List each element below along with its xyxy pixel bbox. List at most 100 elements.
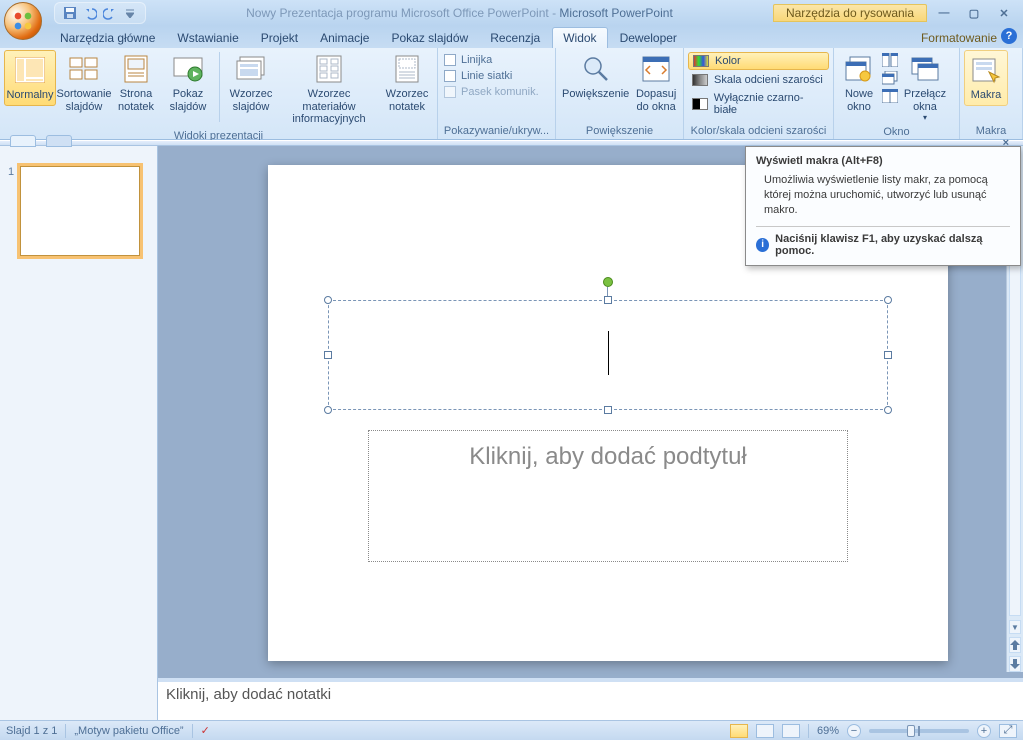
- spellcheck-icon[interactable]: ✓: [201, 724, 210, 737]
- redo-icon[interactable]: [101, 4, 119, 22]
- fit-window-button[interactable]: Dopasuj do okna: [633, 50, 679, 116]
- fit-to-window-status-button[interactable]: ⤢: [999, 724, 1017, 738]
- rotation-handle[interactable]: [603, 277, 613, 287]
- zoom-slider-thumb[interactable]: [907, 725, 915, 737]
- zoom-slider[interactable]: [869, 729, 969, 733]
- tooltip-body: Umożliwia wyświetlenie listy makr, za po…: [764, 173, 1010, 218]
- switch-windows-icon: [909, 53, 941, 85]
- save-icon[interactable]: [61, 4, 79, 22]
- zoom-out-button[interactable]: −: [847, 724, 861, 738]
- outline-pane-tab[interactable]: [46, 135, 72, 147]
- help-icon[interactable]: ?: [1001, 28, 1017, 44]
- tab-design[interactable]: Projekt: [251, 28, 308, 48]
- info-icon: i: [756, 238, 769, 252]
- undo-icon[interactable]: [81, 4, 99, 22]
- arrange-all-button[interactable]: [882, 53, 898, 67]
- slideshow-view-status-button[interactable]: [782, 724, 800, 738]
- grayscale-swatch-icon: [692, 74, 708, 86]
- scroll-down-button[interactable]: ▼: [1009, 620, 1021, 634]
- notes-placeholder-text: Kliknij, aby dodać notatki: [166, 686, 331, 703]
- theme-name: „Motyw pakietu Office”: [74, 725, 183, 737]
- label: Powiększenie: [562, 88, 629, 101]
- gridlines-checkbox[interactable]: Linie siatki: [442, 69, 541, 83]
- thumbnail-pane[interactable]: 1: [0, 140, 158, 720]
- window-controls: — ▢ ✕: [933, 5, 1015, 21]
- prev-slide-button[interactable]: [1009, 637, 1021, 653]
- maximize-button[interactable]: ▢: [963, 5, 985, 21]
- view-notes-page-button[interactable]: Strona notatek: [112, 50, 160, 116]
- slide-master-button[interactable]: Wzorzec slajdów: [225, 50, 277, 116]
- macros-button[interactable]: Makra: [964, 50, 1008, 106]
- view-normal-button[interactable]: Normalny: [4, 50, 56, 106]
- tooltip-title: Wyświetl makra (Alt+F8): [756, 155, 1010, 167]
- title-placeholder[interactable]: [328, 300, 888, 410]
- bw-swatch-icon: [692, 98, 708, 110]
- qat-customize-icon[interactable]: [121, 4, 139, 22]
- ribbon: Normalny Sortowanie slajdów Strona notat…: [0, 48, 1023, 140]
- notes-master-button[interactable]: Wzorzec notatek: [381, 50, 433, 116]
- zoom-button[interactable]: Powiększenie: [560, 50, 631, 104]
- resize-handle-sw[interactable]: [324, 406, 332, 414]
- tab-review[interactable]: Recenzja: [480, 28, 550, 48]
- tab-format[interactable]: Formatowanie: [911, 28, 1007, 48]
- group-zoom: Powiększenie Dopasuj do okna Powiększeni…: [556, 48, 684, 139]
- resize-handle-e[interactable]: [884, 351, 892, 359]
- color-mode-button[interactable]: Kolor: [688, 52, 829, 70]
- tab-insert[interactable]: Wstawianie: [167, 28, 248, 48]
- normal-view-status-button[interactable]: [730, 724, 748, 738]
- zoom-in-button[interactable]: +: [977, 724, 991, 738]
- notes-pane[interactable]: Kliknij, aby dodać notatki: [158, 678, 1023, 720]
- close-button[interactable]: ✕: [993, 5, 1015, 21]
- view-sorter-button[interactable]: Sortowanie slajdów: [58, 50, 110, 116]
- switch-windows-button[interactable]: Przełącz okna▾: [900, 50, 950, 125]
- new-window-button[interactable]: Nowe okno: [838, 50, 880, 116]
- office-button[interactable]: [4, 2, 42, 40]
- slide-master-icon: [235, 53, 267, 85]
- group-show-hide: Linijka Linie siatki Pasek komunik. Poka…: [438, 48, 556, 139]
- tab-developer[interactable]: Deweloper: [610, 28, 687, 48]
- move-split-button[interactable]: [882, 89, 898, 103]
- tab-home[interactable]: Narzędzia główne: [50, 28, 165, 48]
- resize-handle-ne[interactable]: [884, 296, 892, 304]
- group-color-grayscale: Kolor Skala odcieni szarości Wyłącznie c…: [684, 48, 834, 139]
- tab-view[interactable]: Widok: [552, 27, 607, 48]
- next-slide-button[interactable]: [1009, 656, 1021, 672]
- resize-handle-w[interactable]: [324, 351, 332, 359]
- color-swatch-icon: [693, 55, 709, 67]
- tab-slideshow[interactable]: Pokaz slajdów: [381, 28, 478, 48]
- sorter-view-status-button[interactable]: [756, 724, 774, 738]
- notes-master-icon: [391, 53, 423, 85]
- label: Dopasuj do okna: [635, 88, 677, 113]
- slides-pane-tab[interactable]: [10, 135, 36, 147]
- bw-mode-button[interactable]: Wyłącznie czarno-białe: [688, 90, 829, 118]
- slide-position: Slajd 1 z 1: [6, 725, 57, 737]
- resize-handle-se[interactable]: [884, 406, 892, 414]
- messagebar-checkbox[interactable]: Pasek komunik.: [442, 85, 541, 99]
- slide-thumbnail[interactable]: 1: [0, 160, 157, 262]
- thumb-preview[interactable]: [20, 166, 140, 256]
- tooltip-macros: Wyświetl makra (Alt+F8) Umożliwia wyświe…: [745, 146, 1021, 266]
- zoom-icon: [580, 53, 612, 85]
- contextual-tools-label: Narzędzia do rysowania: [773, 4, 927, 22]
- resize-handle-s[interactable]: [604, 406, 612, 414]
- view-slideshow-button[interactable]: Pokaz slajdów: [162, 50, 214, 116]
- label: Kolor: [715, 55, 741, 67]
- resize-handle-n[interactable]: [604, 296, 612, 304]
- tab-animations[interactable]: Animacje: [310, 28, 379, 48]
- label: Wyłącznie czarno-białe: [714, 92, 825, 116]
- zoom-level[interactable]: 69%: [817, 725, 839, 737]
- label: Strona notatek: [114, 88, 158, 113]
- quick-access-toolbar: [54, 2, 146, 24]
- ruler-checkbox[interactable]: Linijka: [442, 53, 541, 67]
- resize-handle-nw[interactable]: [324, 296, 332, 304]
- subtitle-placeholder[interactable]: Kliknij, aby dodać podtytuł: [368, 430, 848, 562]
- minimize-button[interactable]: —: [933, 5, 955, 21]
- handout-master-button[interactable]: Wzorzec materiałów informacyjnych: [279, 50, 379, 129]
- label: Wzorzec slajdów: [227, 88, 275, 113]
- group-window: Nowe okno Przełącz okna▾ Okno: [834, 48, 960, 139]
- notes-page-icon: [120, 53, 152, 85]
- sorter-icon: [68, 53, 100, 85]
- cascade-button[interactable]: [882, 71, 898, 85]
- ribbon-tabs: Narzędzia główne Wstawianie Projekt Anim…: [0, 26, 1023, 48]
- grayscale-mode-button[interactable]: Skala odcieni szarości: [688, 72, 829, 88]
